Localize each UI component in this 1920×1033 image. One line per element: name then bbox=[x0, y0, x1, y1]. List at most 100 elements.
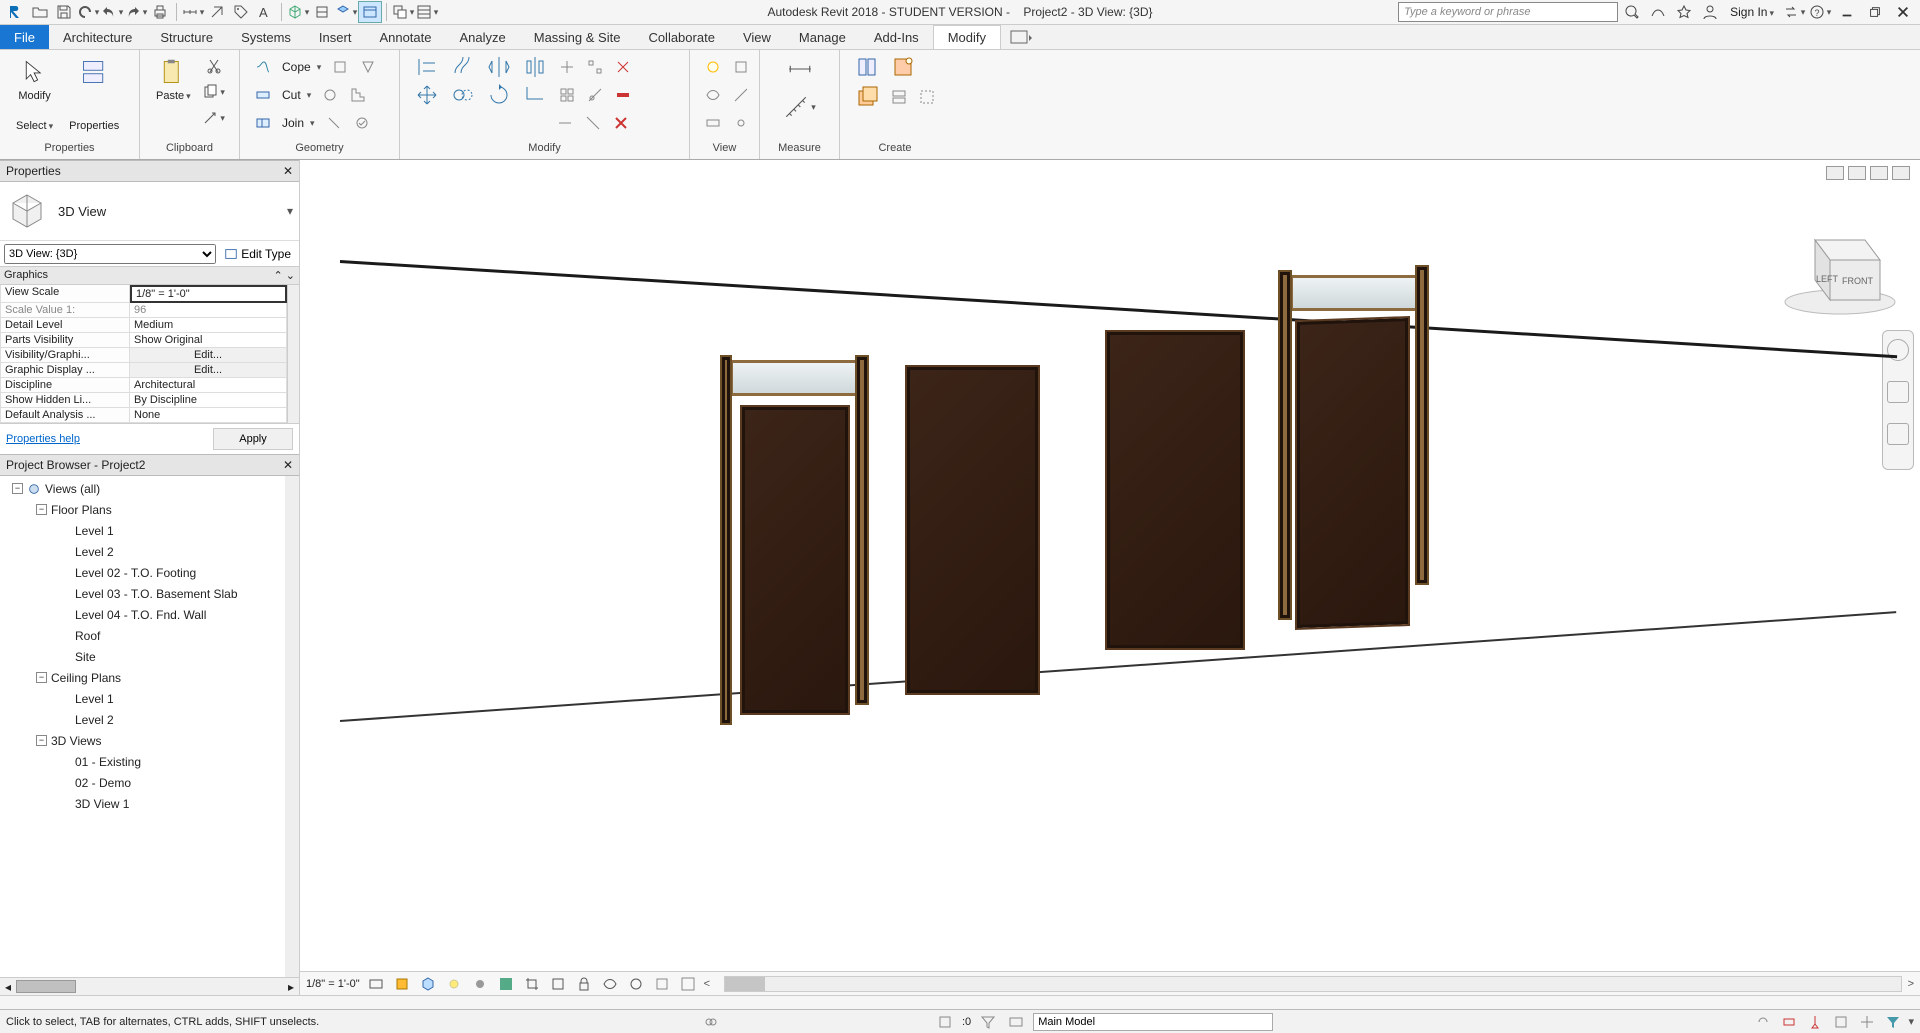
mirror-pick-icon[interactable] bbox=[518, 52, 552, 82]
measure-icon[interactable] bbox=[181, 1, 205, 23]
modify-button[interactable]: Modify Select bbox=[10, 54, 59, 136]
geom-d-icon[interactable] bbox=[345, 83, 371, 107]
vb-detail-icon[interactable] bbox=[392, 975, 412, 993]
m-f-icon[interactable] bbox=[610, 83, 636, 107]
tab-context-icon[interactable] bbox=[1001, 25, 1041, 49]
worksets-icon[interactable] bbox=[700, 1013, 722, 1031]
tree-node[interactable]: 01 - Existing bbox=[2, 751, 297, 772]
tag-icon[interactable] bbox=[229, 1, 253, 23]
sync-icon[interactable] bbox=[76, 1, 100, 23]
subscription-icon[interactable] bbox=[1646, 1, 1670, 23]
minimize-icon[interactable] bbox=[1834, 1, 1860, 23]
default3d-icon[interactable] bbox=[286, 1, 310, 23]
view-3d[interactable]: LEFT FRONT bbox=[300, 160, 1920, 995]
create-e-icon[interactable] bbox=[914, 85, 940, 109]
delete-icon[interactable] bbox=[608, 111, 634, 135]
v3-icon[interactable] bbox=[700, 83, 726, 107]
main-model-input[interactable] bbox=[1033, 1013, 1273, 1031]
open-icon[interactable] bbox=[28, 1, 52, 23]
view-hscroll-thumb[interactable] bbox=[725, 977, 765, 991]
tab-analyze[interactable]: Analyze bbox=[445, 25, 519, 49]
vb-misc2-icon[interactable] bbox=[678, 975, 698, 993]
section-icon[interactable] bbox=[310, 1, 334, 23]
hscroll-right-icon[interactable]: ▸ bbox=[283, 978, 299, 995]
prop-val[interactable]: None bbox=[130, 408, 287, 423]
vb-crop2-icon[interactable] bbox=[548, 975, 568, 993]
create-a-icon[interactable] bbox=[850, 52, 884, 82]
sel-face-icon[interactable] bbox=[1830, 1013, 1852, 1031]
properties-button[interactable]: Properties bbox=[63, 54, 125, 136]
tree-node[interactable]: −Ceiling Plans bbox=[2, 667, 297, 688]
search-icon[interactable] bbox=[1620, 1, 1644, 23]
text-icon[interactable]: A bbox=[253, 1, 277, 23]
tree-node[interactable]: Level 04 - T.O. Fnd. Wall bbox=[2, 604, 297, 625]
signin-button[interactable]: Sign In bbox=[1724, 5, 1780, 19]
cut-geom-icon[interactable] bbox=[250, 83, 276, 107]
tree-node[interactable]: Roof bbox=[2, 625, 297, 646]
model-groups-icon[interactable] bbox=[1005, 1013, 1027, 1031]
vb-crop-icon[interactable] bbox=[522, 975, 542, 993]
sel-link-icon[interactable] bbox=[1752, 1013, 1774, 1031]
v5-icon[interactable] bbox=[700, 111, 726, 135]
browser-hscroll[interactable]: ◂ ▸ bbox=[0, 977, 299, 995]
browser-close-icon[interactable]: ✕ bbox=[283, 458, 293, 472]
prop-val-btn[interactable]: Edit... bbox=[130, 348, 287, 363]
properties-close-icon[interactable]: ✕ bbox=[283, 164, 293, 178]
view-scale[interactable]: 1/8" = 1'-0" bbox=[306, 978, 360, 990]
tab-architecture[interactable]: Architecture bbox=[49, 25, 146, 49]
prop-val[interactable]: By Discipline bbox=[130, 393, 287, 408]
v6-icon[interactable] bbox=[728, 111, 754, 135]
vb-misc1-icon[interactable] bbox=[652, 975, 672, 993]
tree-node[interactable]: 02 - Demo bbox=[2, 772, 297, 793]
v2-icon[interactable] bbox=[728, 55, 754, 79]
vb-style-icon[interactable] bbox=[418, 975, 438, 993]
tab-manage[interactable]: Manage bbox=[785, 25, 860, 49]
vb-hide-icon[interactable] bbox=[600, 975, 620, 993]
v1-icon[interactable] bbox=[700, 55, 726, 79]
tree-node[interactable]: −Views (all) bbox=[2, 478, 297, 499]
copy-icon[interactable] bbox=[201, 80, 227, 104]
help-icon[interactable]: ? bbox=[1808, 1, 1832, 23]
view-list-icon[interactable] bbox=[415, 1, 439, 23]
tab-insert[interactable]: Insert bbox=[305, 25, 366, 49]
move-icon[interactable] bbox=[410, 80, 444, 110]
redo-icon[interactable] bbox=[124, 1, 148, 23]
tree-toggle-icon[interactable]: − bbox=[36, 504, 47, 515]
m-c-icon[interactable] bbox=[610, 55, 636, 79]
element-filter[interactable]: 3D View: {3D} bbox=[4, 244, 216, 264]
tree-node[interactable]: −3D Views bbox=[2, 730, 297, 751]
copy-tool-icon[interactable] bbox=[446, 80, 480, 110]
tree-node[interactable]: Level 03 - T.O. Basement Slab bbox=[2, 583, 297, 604]
cut-icon[interactable] bbox=[201, 54, 227, 78]
filter-status-icon[interactable] bbox=[977, 1013, 999, 1031]
tree-node[interactable]: Level 1 bbox=[2, 688, 297, 709]
exchange-icon[interactable] bbox=[1782, 1, 1806, 23]
cope-button[interactable]: Cope bbox=[278, 55, 325, 79]
properties-help-link[interactable]: Properties help bbox=[6, 433, 80, 445]
join-icon[interactable] bbox=[250, 111, 276, 135]
filter-sel-icon[interactable] bbox=[1882, 1013, 1904, 1031]
tab-file[interactable]: File bbox=[0, 25, 49, 49]
vb-sun-icon[interactable] bbox=[444, 975, 464, 993]
prop-val-btn[interactable]: Edit... bbox=[130, 363, 287, 378]
create-d-icon[interactable] bbox=[886, 85, 912, 109]
prop-val[interactable]: 1/8" = 1'-0" bbox=[130, 285, 287, 303]
cut-button[interactable]: Cut bbox=[278, 83, 315, 107]
m-d-icon[interactable] bbox=[554, 83, 580, 107]
vb-scale-icon[interactable] bbox=[366, 975, 386, 993]
switch-win-icon[interactable] bbox=[391, 1, 415, 23]
geom-c-icon[interactable] bbox=[317, 83, 343, 107]
tree-node[interactable]: Level 1 bbox=[2, 520, 297, 541]
apply-button[interactable]: Apply bbox=[213, 428, 293, 450]
tree-node[interactable]: Level 02 - T.O. Footing bbox=[2, 562, 297, 583]
m-e-icon[interactable] bbox=[582, 83, 608, 107]
edit-type-button[interactable]: Edit Type bbox=[220, 247, 295, 261]
print-icon[interactable] bbox=[148, 1, 172, 23]
create-b-icon[interactable] bbox=[886, 52, 920, 82]
tree-node[interactable]: −Floor Plans bbox=[2, 499, 297, 520]
infocenter-search[interactable]: Type a keyword or phrase bbox=[1398, 2, 1618, 22]
trim-icon[interactable] bbox=[518, 80, 552, 110]
tab-view[interactable]: View bbox=[729, 25, 785, 49]
measure-tool-icon[interactable] bbox=[780, 92, 820, 122]
geom-b-icon[interactable] bbox=[355, 55, 381, 79]
